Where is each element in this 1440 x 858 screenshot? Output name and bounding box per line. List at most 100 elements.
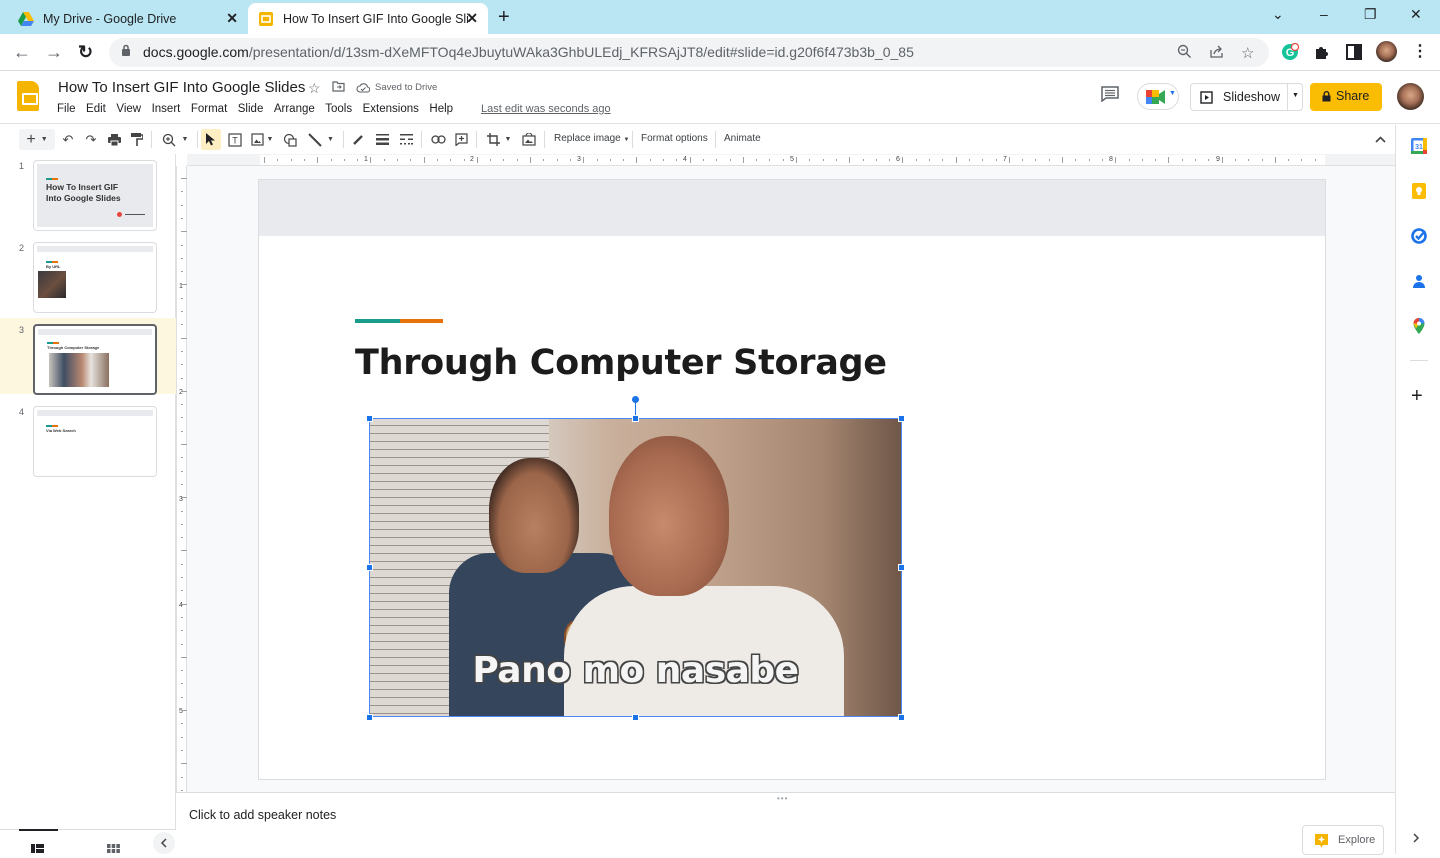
- resize-handle-top[interactable]: [632, 415, 639, 422]
- menu-format[interactable]: Format: [191, 103, 227, 115]
- extensions-puzzle-icon[interactable]: [1313, 43, 1331, 61]
- share-button[interactable]: Share: [1310, 83, 1382, 111]
- close-window-button[interactable]: ✕: [1410, 6, 1422, 23]
- google-keep-icon[interactable]: [1411, 183, 1427, 199]
- show-side-panel-icon[interactable]: [1413, 830, 1429, 846]
- resize-handle-bottom[interactable]: [632, 714, 639, 721]
- slide-thumbnail-4[interactable]: 4 Via Web Search: [0, 400, 176, 477]
- menu-extensions[interactable]: Extensions: [363, 103, 419, 115]
- border-weight-icon[interactable]: [374, 129, 390, 150]
- google-calendar-icon[interactable]: 31: [1411, 138, 1427, 154]
- google-tasks-icon[interactable]: [1411, 228, 1427, 244]
- menu-insert[interactable]: Insert: [152, 103, 181, 115]
- minimize-button[interactable]: –: [1320, 6, 1328, 22]
- collapse-toolbar-icon[interactable]: [1372, 129, 1388, 150]
- last-edit-link[interactable]: Last edit was seconds ago: [481, 103, 611, 115]
- menu-file[interactable]: File: [57, 103, 76, 115]
- grid-view-icon[interactable]: [107, 840, 120, 858]
- close-tab-icon[interactable]: ✕: [226, 10, 238, 27]
- grammarly-extension-icon[interactable]: G: [1281, 42, 1300, 61]
- undo-icon[interactable]: ↶: [60, 129, 76, 150]
- slide-thumbnail-2[interactable]: 2 By URL: [0, 236, 176, 313]
- text-box-icon[interactable]: T: [226, 129, 244, 150]
- slideshow-button[interactable]: Slideshow ▼: [1190, 83, 1303, 111]
- collapse-filmstrip-button[interactable]: [153, 832, 175, 854]
- new-tab-button[interactable]: +: [498, 6, 510, 29]
- crop-image-button[interactable]: ▼: [483, 129, 515, 150]
- star-icon[interactable]: ☆: [308, 80, 321, 97]
- browser-menu-icon[interactable]: ⋮: [1412, 41, 1430, 60]
- meet-button[interactable]: ▼: [1137, 83, 1179, 110]
- new-slide-button[interactable]: + ▼: [19, 129, 55, 150]
- vertical-ruler[interactable]: 1 2 3 4 5: [176, 166, 187, 805]
- document-title[interactable]: How To Insert GIF Into Google Slides: [58, 79, 305, 96]
- reset-image-icon[interactable]: [520, 129, 538, 150]
- back-arrow-icon[interactable]: ←: [13, 42, 31, 63]
- lock-icon[interactable]: [121, 44, 131, 60]
- zoom-out-icon[interactable]: [1177, 44, 1192, 62]
- speaker-notes-placeholder[interactable]: Click to add speaker notes: [189, 808, 336, 822]
- animate-button[interactable]: Animate: [724, 133, 761, 144]
- explore-button[interactable]: Explore: [1302, 825, 1384, 855]
- paint-format-icon[interactable]: [129, 129, 145, 150]
- share-page-icon[interactable]: [1209, 44, 1224, 62]
- menu-arrange[interactable]: Arrange: [274, 103, 315, 115]
- resize-handle-bottom-left[interactable]: [366, 714, 373, 721]
- resize-handle-top-left[interactable]: [366, 415, 373, 422]
- zoom-button[interactable]: ▼: [158, 129, 192, 150]
- line-tool-button[interactable]: ▼: [305, 129, 337, 150]
- slide-title[interactable]: Through Computer Storage: [355, 343, 887, 383]
- browser-profile-avatar[interactable]: [1376, 41, 1397, 62]
- menu-view[interactable]: View: [116, 103, 141, 115]
- replace-image-button[interactable]: Replace image ▼: [554, 133, 629, 144]
- move-to-folder-icon[interactable]: [332, 80, 345, 95]
- ruler-tick: [181, 736, 183, 738]
- ruler-tick: [1301, 159, 1303, 161]
- menu-slide[interactable]: Slide: [238, 103, 264, 115]
- slide-filmstrip: 1 How To Insert GIF Into Google Slides 2…: [0, 154, 176, 854]
- border-color-icon[interactable]: [350, 129, 366, 150]
- slide-thumbnail-3[interactable]: 3 Through Computer Storage: [0, 318, 176, 395]
- accent-orange: [400, 319, 443, 323]
- address-bar[interactable]: docs.google.com/presentation/d/13sm-dXeM…: [109, 38, 1269, 67]
- google-contacts-icon[interactable]: [1411, 273, 1427, 289]
- redo-icon[interactable]: ↷: [83, 129, 99, 150]
- reload-icon[interactable]: ↻: [78, 42, 93, 63]
- select-tool-icon[interactable]: [201, 129, 221, 150]
- close-tab-icon[interactable]: ✕: [466, 10, 478, 27]
- comment-history-icon[interactable]: [1101, 86, 1119, 103]
- rotation-handle[interactable]: [632, 396, 639, 403]
- menu-edit[interactable]: Edit: [86, 103, 106, 115]
- resize-handle-right[interactable]: [898, 564, 905, 571]
- bookmark-star-icon[interactable]: ☆: [1241, 44, 1254, 62]
- slide-thumbnail-1[interactable]: 1 How To Insert GIF Into Google Slides: [0, 154, 176, 231]
- horizontal-ruler[interactable]: 1 2 3 4 5 6 7 8 9: [260, 155, 1325, 165]
- speaker-notes-panel[interactable]: ••• Click to add speaker notes Explore: [176, 792, 1395, 855]
- resize-handle-bottom-right[interactable]: [898, 714, 905, 721]
- insert-link-icon[interactable]: [429, 129, 447, 150]
- menu-tools[interactable]: Tools: [325, 103, 352, 115]
- restore-button[interactable]: ❐: [1364, 6, 1377, 23]
- insert-image-button[interactable]: ▼: [249, 129, 275, 150]
- tab-my-drive[interactable]: My Drive - Google Drive ✕: [8, 3, 248, 34]
- account-avatar[interactable]: [1397, 83, 1424, 110]
- add-addon-icon[interactable]: +: [1411, 386, 1427, 406]
- url-text[interactable]: docs.google.com/presentation/d/13sm-dXeM…: [143, 44, 914, 60]
- filmstrip-view-icon[interactable]: [31, 840, 44, 858]
- format-options-button[interactable]: Format options: [641, 133, 708, 144]
- google-slides-logo-icon[interactable]: [17, 81, 39, 111]
- slideshow-dropdown-icon[interactable]: ▼: [1292, 92, 1299, 99]
- notes-resize-handle[interactable]: •••: [777, 794, 788, 803]
- resize-handle-left[interactable]: [366, 564, 373, 571]
- tab-google-slides[interactable]: How To Insert GIF Into Google Sli ✕: [248, 3, 488, 34]
- side-panel-icon[interactable]: [1345, 43, 1363, 61]
- print-icon[interactable]: [106, 129, 122, 150]
- resize-handle-top-right[interactable]: [898, 415, 905, 422]
- menu-help[interactable]: Help: [429, 103, 453, 115]
- google-maps-icon[interactable]: [1411, 318, 1427, 334]
- tab-search-icon[interactable]: ⌄: [1272, 6, 1284, 23]
- border-dash-icon[interactable]: [398, 129, 414, 150]
- add-comment-icon[interactable]: [453, 129, 469, 150]
- shape-icon[interactable]: [281, 129, 299, 150]
- forward-arrow-icon[interactable]: →: [45, 42, 63, 63]
